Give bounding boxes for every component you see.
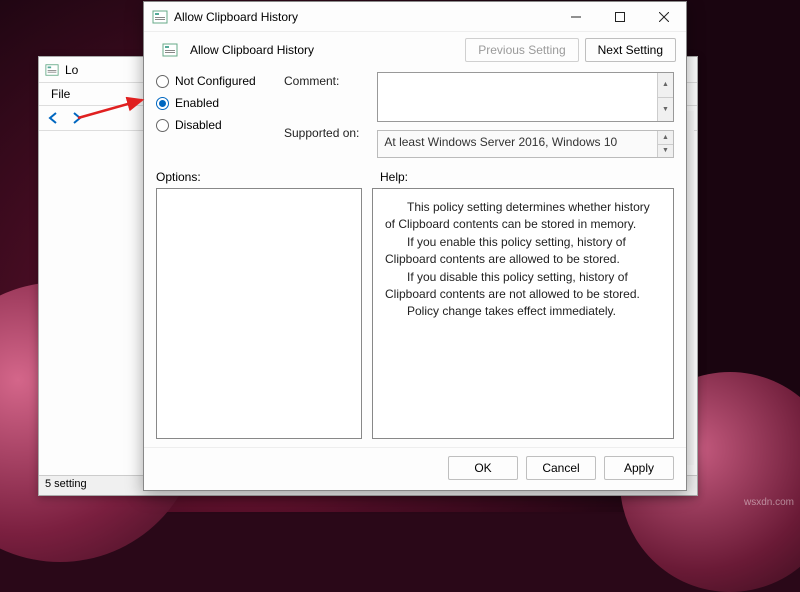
gpedit-icon [45,63,59,77]
help-label: Help: [380,170,408,184]
comment-label: Comment: [284,74,359,88]
radio-disabled[interactable]: Disabled [156,118,266,132]
options-label: Options: [156,170,356,184]
help-panel: This policy setting determines whether h… [372,188,674,439]
maximize-button[interactable] [598,2,642,32]
radio-label: Enabled [175,96,219,110]
chevron-down-icon[interactable]: ▼ [658,145,673,158]
options-panel [156,188,362,439]
cancel-button[interactable]: Cancel [526,456,596,480]
radio-icon [156,119,169,132]
ok-button[interactable]: OK [448,456,518,480]
dialog-title: Allow Clipboard History [174,10,554,24]
header-title: Allow Clipboard History [190,43,314,57]
radio-icon [156,97,169,110]
radio-not-configured[interactable]: Not Configured [156,74,266,88]
supported-scroll[interactable]: ▲▼ [657,131,673,157]
policy-icon [162,42,178,58]
forward-arrow-icon[interactable] [67,109,85,127]
supported-on-value: At least Windows Server 2016, Windows 10 [384,135,617,149]
titlebar: Allow Clipboard History [144,2,686,32]
policy-dialog: Allow Clipboard History Allow Clipboard … [143,1,687,491]
gpedit-title: Lo [65,63,78,77]
policy-icon [152,9,168,25]
help-line: If you enable this policy setting, histo… [385,234,661,269]
help-line: This policy setting determines whether h… [385,199,661,234]
apply-button[interactable]: Apply [604,456,674,480]
menu-file[interactable]: File [43,85,78,103]
supported-on-field: At least Windows Server 2016, Windows 10… [377,130,674,158]
previous-setting-button[interactable]: Previous Setting [465,38,578,62]
comment-scroll[interactable]: ▲▼ [657,73,673,121]
chevron-up-icon[interactable]: ▲ [658,73,673,98]
radio-label: Disabled [175,118,222,132]
help-line: Policy change takes effect immediately. [385,303,661,320]
radio-label: Not Configured [175,74,256,88]
supported-on-label: Supported on: [284,126,359,140]
next-setting-button[interactable]: Next Setting [585,38,676,62]
chevron-down-icon[interactable]: ▼ [658,98,673,122]
chevron-up-icon[interactable]: ▲ [658,131,673,145]
radio-icon [156,75,169,88]
help-line: If you disable this policy setting, hist… [385,269,661,304]
watermark: wsxdn.com [744,497,794,508]
minimize-button[interactable] [554,2,598,32]
comment-textarea[interactable]: ▲▼ [377,72,674,122]
back-arrow-icon[interactable] [45,109,63,127]
close-button[interactable] [642,2,686,32]
radio-enabled[interactable]: Enabled [156,96,266,110]
